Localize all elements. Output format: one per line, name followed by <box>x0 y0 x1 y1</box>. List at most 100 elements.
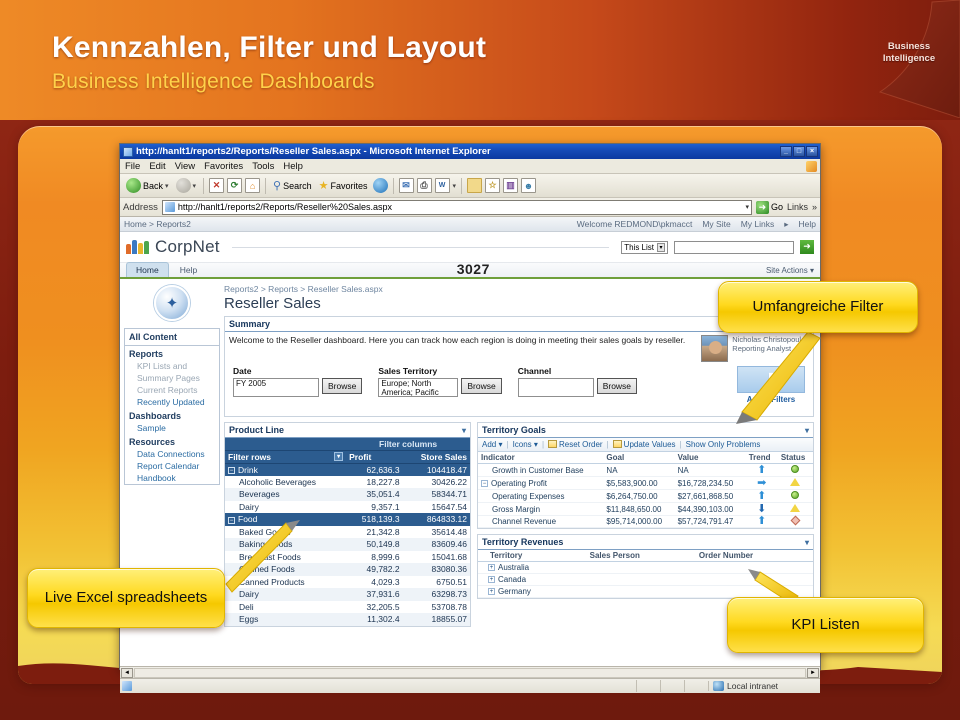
go-button[interactable]: ➜ Go <box>755 200 783 214</box>
minimize-button[interactable]: _ <box>780 146 792 157</box>
scroll-left-icon[interactable]: ◄ <box>121 667 133 678</box>
col-trend[interactable]: Trend <box>745 452 778 464</box>
chevron-right-icon[interactable]: » <box>812 202 817 212</box>
col-order-number[interactable]: Order Number <box>695 550 813 562</box>
collapse-icon[interactable]: − <box>481 479 488 487</box>
territory-browse-button[interactable]: Browse <box>461 378 502 394</box>
channel-input[interactable] <box>517 378 594 397</box>
mail-icon[interactable]: ✉ <box>398 178 414 193</box>
nav-link-recently-updated[interactable]: Recently Updated <box>125 396 219 408</box>
print-icon[interactable]: ⎙ <box>416 178 432 193</box>
nav-link-summary-pages[interactable]: Summary Pages <box>125 372 219 384</box>
address-input[interactable]: http://hanlt1/reports2/Reports/Reseller%… <box>161 199 752 215</box>
research-icon[interactable]: ▥ <box>503 178 519 193</box>
expand-icon[interactable]: + <box>488 564 495 572</box>
site-name[interactable]: CorpNet <box>155 237 220 257</box>
table-row[interactable]: Canned Foods 49,782.2 83080.36 <box>225 563 470 576</box>
date-browse-button[interactable]: Browse <box>322 378 363 394</box>
territory-input[interactable]: Europe; North America; Pacific <box>378 378 459 397</box>
forward-button[interactable]: ▾ <box>174 178 199 193</box>
favorites-button[interactable]: ★ Favorites <box>317 179 370 192</box>
chevron-down-icon[interactable]: ▾ <box>805 538 809 547</box>
link-help[interactable]: Help <box>799 219 816 229</box>
menu-view[interactable]: View <box>175 161 195 172</box>
table-row[interactable]: Dairy 37,931.6 63298.73 <box>225 588 470 601</box>
security-zone[interactable]: Local intranet <box>708 681 818 691</box>
site-actions-menu[interactable]: Site Actions ▾ <box>766 266 820 277</box>
link-my-links[interactable]: My Links <box>741 219 775 229</box>
collapse-icon[interactable]: − <box>228 516 235 524</box>
col-value[interactable]: Value <box>674 452 746 464</box>
search-go-button[interactable]: ➜ <box>800 240 814 254</box>
table-row[interactable]: + Australia <box>478 561 813 574</box>
expand-icon[interactable]: + <box>488 576 495 584</box>
search-button[interactable]: ⚲ Search <box>271 179 314 192</box>
edit-word-icon[interactable]: W <box>434 178 450 193</box>
maximize-button[interactable]: □ <box>793 146 805 157</box>
menu-help[interactable]: Help <box>283 161 303 172</box>
channel-browse-button[interactable]: Browse <box>596 378 638 394</box>
table-row[interactable]: Alcoholic Beverages 18,227.8 30426.22 <box>225 475 470 488</box>
col-profit[interactable]: Profit <box>346 450 403 464</box>
col-store-sales[interactable]: Store Sales <box>402 450 470 464</box>
table-row[interactable]: Gross Margin $11,848,650.00 $44,390,103.… <box>478 502 813 516</box>
table-row[interactable]: Channel Revenue $95,714,000.00 $57,724,7… <box>478 515 813 528</box>
table-row[interactable]: + Canada <box>478 573 813 586</box>
chevron-down-icon[interactable]: ▾ <box>462 426 466 435</box>
chevron-down-icon[interactable]: ▾ <box>742 203 749 211</box>
nav-link-report-calendar[interactable]: Report Calendar <box>125 460 219 472</box>
menu-file[interactable]: File <box>125 161 140 172</box>
date-input[interactable]: FY 2005 <box>233 378 319 397</box>
messenger-icon[interactable]: ☆ <box>485 178 501 193</box>
nav-link-current-reports[interactable]: Current Reports <box>125 384 219 396</box>
table-row[interactable]: Baking Goods 50,149.8 83609.46 <box>225 538 470 551</box>
scroll-right-icon[interactable]: ► <box>807 667 819 678</box>
menu-favorites[interactable]: Favorites <box>204 161 243 172</box>
links-label[interactable]: Links <box>787 202 808 212</box>
table-row[interactable]: + Germany <box>478 585 813 598</box>
close-button[interactable]: × <box>806 146 818 157</box>
people-icon[interactable]: ☻ <box>521 178 537 193</box>
table-row[interactable]: Operating Expenses $6,264,750.00 $27,661… <box>478 489 813 503</box>
table-row[interactable]: Growth in Customer Base NA NA ⬆ <box>478 463 813 477</box>
back-button[interactable]: Back ▾ <box>124 178 171 193</box>
col-sales-person[interactable]: Sales Person <box>586 550 696 562</box>
search-scope-select[interactable]: This List ▾ <box>621 240 668 254</box>
expand-icon[interactable]: + <box>488 588 495 596</box>
col-territory[interactable]: Territory <box>478 550 587 562</box>
table-row[interactable]: Breakfast Foods 8,999.6 15041.68 <box>225 550 470 563</box>
collapse-icon[interactable]: − <box>228 466 235 474</box>
kpi-update-values-button[interactable]: Update Values <box>612 440 676 449</box>
table-row[interactable]: − Drink 62,636.3 104418.47 <box>225 463 470 476</box>
nav-all-content[interactable]: All Content <box>125 329 219 346</box>
col-indicator[interactable]: Indicator <box>478 452 604 464</box>
table-row[interactable]: Canned Products 4,029.3 6750.51 <box>225 575 470 588</box>
nav-link-sample[interactable]: Sample <box>125 422 219 434</box>
table-row[interactable]: − Operating Profit $5,583,900.00 $16,728,… <box>478 476 813 490</box>
table-row[interactable]: − Food 518,139.3 864833.12 <box>225 513 470 526</box>
table-row[interactable]: Baked Goods 21,342.8 35614.48 <box>225 525 470 538</box>
nav-link-handbook[interactable]: Handbook <box>125 472 219 484</box>
table-row[interactable]: Eggs 11,302.4 18855.07 <box>225 613 470 626</box>
tab-home[interactable]: Home <box>126 262 169 277</box>
table-row[interactable]: Beverages 35,051.4 58344.71 <box>225 488 470 501</box>
chevron-down-icon[interactable]: ▾ <box>805 426 809 435</box>
col-goal[interactable]: Goal <box>603 452 675 464</box>
search-input[interactable] <box>674 240 794 254</box>
history-icon[interactable] <box>372 178 388 193</box>
refresh-button[interactable]: ⟳ <box>227 178 243 193</box>
nav-link-kpi-lists[interactable]: KPI Lists and <box>125 360 219 372</box>
tab-help[interactable]: Help <box>171 263 206 277</box>
scroll-track[interactable] <box>134 667 806 678</box>
table-row[interactable]: Deli 32,205.5 53708.78 <box>225 600 470 613</box>
kpi-icons-button[interactable]: Icons ▾ <box>513 440 538 449</box>
menu-tools[interactable]: Tools <box>252 161 274 172</box>
menu-edit[interactable]: Edit <box>149 161 165 172</box>
breadcrumb-top[interactable]: Home > Reports2 <box>124 219 191 229</box>
nav-link-data-connections[interactable]: Data Connections <box>125 448 219 460</box>
home-button[interactable]: ⌂ <box>245 178 261 193</box>
folder-icon[interactable] <box>467 178 483 193</box>
table-row[interactable]: Dairy 9,357.1 15647.54 <box>225 500 470 513</box>
col-status[interactable]: Status <box>777 452 813 464</box>
kpi-add-button[interactable]: Add ▾ <box>482 440 502 449</box>
